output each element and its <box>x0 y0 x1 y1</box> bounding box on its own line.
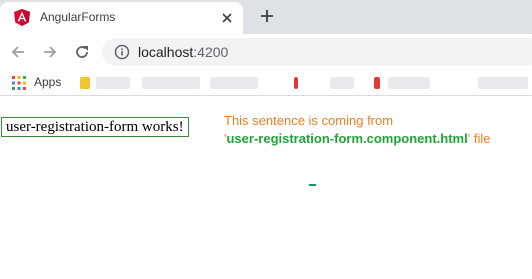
bookmark-item[interactable] <box>210 77 258 89</box>
close-icon <box>222 13 232 23</box>
annotation-line-1: This sentence is coming from <box>224 113 394 128</box>
bookmarks-bar: Apps <box>0 70 532 96</box>
bookmark-item[interactable] <box>388 77 430 89</box>
back-button[interactable] <box>6 40 30 64</box>
page-content: user-registration-form works! This sente… <box>0 96 532 279</box>
tab-angularforms[interactable]: AngularForms <box>0 2 243 34</box>
tab-title: AngularForms <box>40 10 116 24</box>
reload-button[interactable] <box>70 40 94 64</box>
annotation-note: This sentence is coming from 'user-regis… <box>224 112 490 148</box>
arrow-right-icon <box>44 46 57 58</box>
annotation-filename: user-registration-form.component.html <box>226 131 468 146</box>
plus-icon <box>261 10 273 22</box>
url-host: localhost <box>138 44 194 60</box>
forward-button[interactable] <box>38 40 62 64</box>
bookmark-item[interactable] <box>374 77 380 89</box>
component-output-box: user-registration-form works! <box>1 117 189 137</box>
apps-grid-icon[interactable] <box>12 76 26 90</box>
annotation-quote-close: ' file <box>467 131 491 146</box>
bookmark-item[interactable] <box>330 77 354 89</box>
bookmark-item[interactable] <box>478 77 528 89</box>
angular-logo-icon <box>14 9 30 26</box>
bookmark-item[interactable] <box>294 77 298 89</box>
bookmark-item[interactable] <box>96 77 130 89</box>
tab-close-button[interactable] <box>219 10 235 26</box>
browser-toolbar: localhost:4200 <box>0 34 532 70</box>
bookmark-item[interactable] <box>80 77 90 89</box>
tab-strip: AngularForms <box>0 0 532 34</box>
text-cursor-mark <box>309 184 316 186</box>
arrow-left-icon <box>11 46 24 58</box>
info-icon[interactable] <box>114 44 130 60</box>
new-tab-button[interactable] <box>256 5 278 27</box>
annotation-line-2: 'user-registration-form.component.html' … <box>224 130 490 148</box>
apps-bookmark-label[interactable]: Apps <box>34 75 61 89</box>
url-port: :4200 <box>193 44 229 60</box>
bookmark-item[interactable] <box>142 77 200 89</box>
url-text[interactable]: localhost:4200 <box>138 44 228 60</box>
reload-icon <box>76 46 88 58</box>
address-bar[interactable]: localhost:4200 <box>102 38 532 66</box>
